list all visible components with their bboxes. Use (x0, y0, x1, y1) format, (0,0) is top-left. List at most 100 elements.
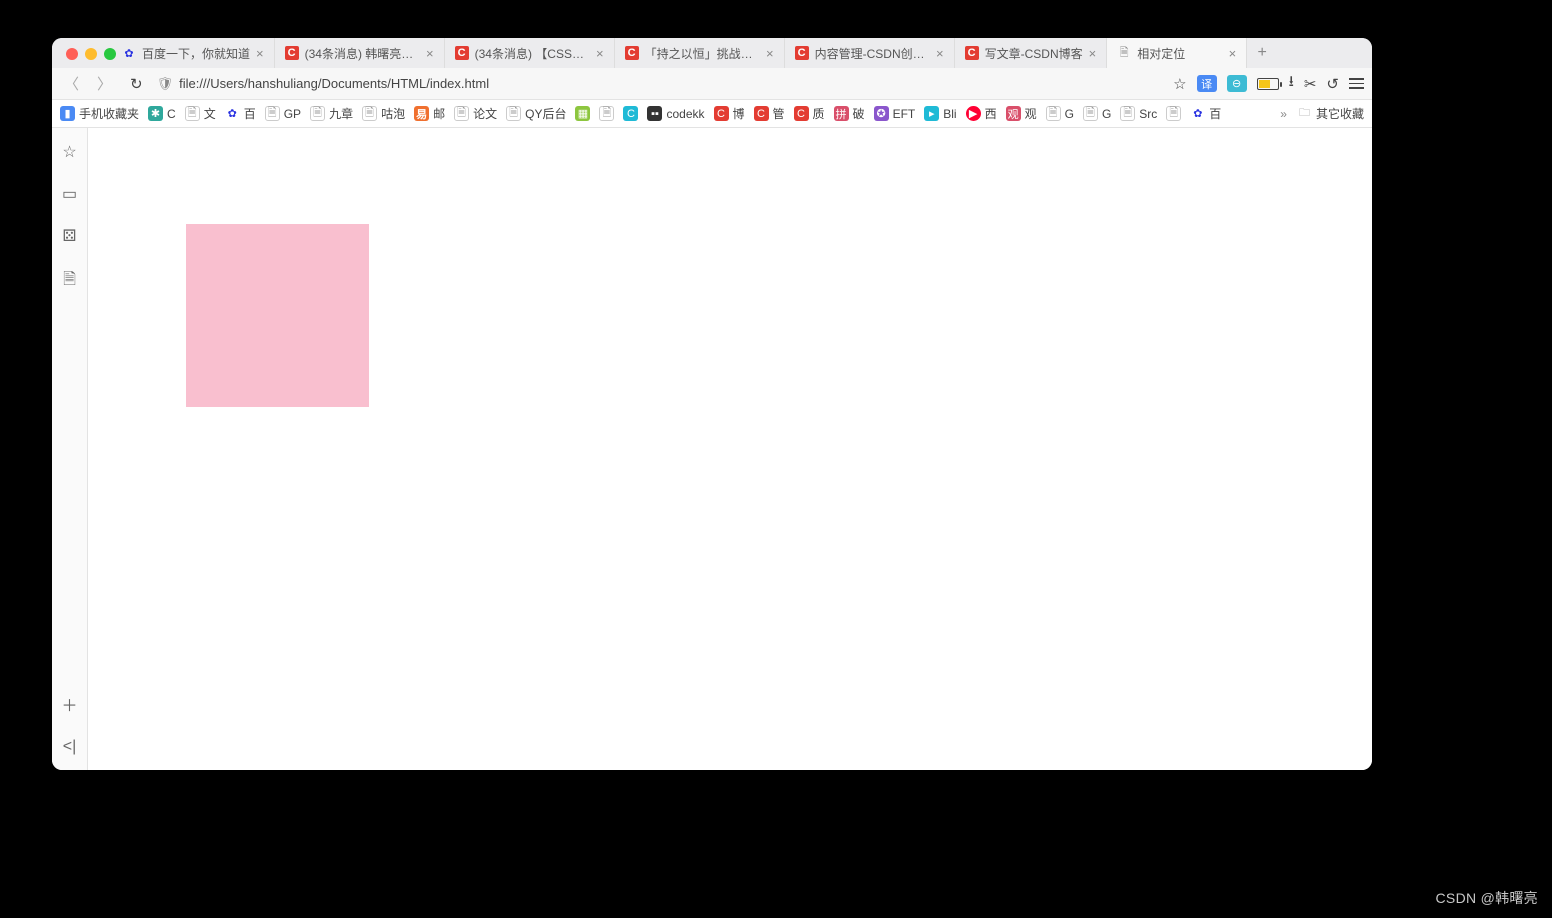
bookmark-label: 文 (204, 105, 216, 122)
address-field[interactable]: 🛡 file:///Users/hanshuliang/Documents/HT… (157, 76, 1164, 92)
bookmark-26[interactable]: ✿百 (1190, 105, 1221, 122)
rail-add-button[interactable]: ＋ (61, 692, 77, 716)
bookmark-label: Src (1139, 107, 1157, 121)
tab-favicon-baidu-icon: ✿ (122, 46, 136, 60)
bookmark-14[interactable]: C博 (714, 105, 745, 122)
restore-icon[interactable]: ↺ (1326, 75, 1339, 93)
bookmark-25[interactable]: 🗎 (1166, 106, 1181, 121)
bookmark-17[interactable]: 拼破 (834, 105, 865, 122)
tab-close-button[interactable]: × (936, 46, 944, 61)
rail-collapse-button[interactable]: <| (63, 738, 77, 756)
bookmark-icon: 🗎 (1120, 106, 1135, 121)
tab-title: 「持之以恒」挑战赛-3 (645, 45, 760, 62)
rail-notes-icon[interactable]: 🗎 (63, 268, 76, 295)
bookmark-15[interactable]: C管 (754, 105, 785, 122)
bookmark-icon: ✿ (225, 106, 240, 121)
window-controls (66, 48, 116, 60)
bookmark-icon: 🗎 (310, 106, 325, 121)
bookmark-icon: ▶ (966, 106, 981, 121)
bookmark-19[interactable]: ▸Bli (924, 106, 956, 121)
translate-button[interactable]: 译 (1197, 75, 1217, 92)
bookmark-16[interactable]: C质 (794, 105, 825, 122)
maximize-window-button[interactable] (104, 48, 116, 60)
bookmark-4[interactable]: 🗎GP (265, 106, 301, 121)
bookmark-2[interactable]: 🗎文 (185, 105, 216, 122)
tab-close-button[interactable]: × (426, 46, 434, 61)
tab-3[interactable]: C「持之以恒」挑战赛-3× (615, 38, 785, 68)
bookmark-3[interactable]: ✿百 (225, 105, 256, 122)
bookmark-22[interactable]: 🗎G (1046, 106, 1074, 121)
tab-close-button[interactable]: × (256, 46, 264, 61)
bookmark-7[interactable]: 易邮 (414, 105, 445, 122)
tab-6[interactable]: 🗎相对定位× (1107, 38, 1247, 68)
bookmark-21[interactable]: 观观 (1006, 105, 1037, 122)
back-button[interactable]: 〈 (60, 73, 83, 94)
bookmark-11[interactable]: 🗎 (599, 106, 614, 121)
bookmarks-overflow-button[interactable]: » (1280, 107, 1287, 121)
bookmark-icon: ✿ (1190, 106, 1205, 121)
tab-4[interactable]: C内容管理-CSDN创作中× (785, 38, 955, 68)
bookmark-icon: 🗎 (362, 106, 377, 121)
bookmark-label: 质 (813, 105, 825, 122)
bookmark-18[interactable]: ✪EFT (874, 106, 916, 121)
menu-button[interactable] (1349, 78, 1364, 89)
bookmark-10[interactable]: ▦ (575, 106, 590, 121)
minimize-window-button[interactable] (85, 48, 97, 60)
browser-window: ✿百度一下，你就知道×C(34条消息) 韩曙亮的博×C(34条消息) 【CSS】… (52, 38, 1372, 770)
rail-reading-icon[interactable]: ▭ (62, 184, 77, 204)
bookmark-24[interactable]: 🗎 Src (1120, 106, 1157, 121)
rail-favorites-icon[interactable]: ☆ (62, 142, 76, 162)
forward-button[interactable]: 〉 (93, 73, 116, 94)
bookmark-label: 破 (853, 105, 865, 122)
bookmark-label: EFT (893, 107, 916, 121)
tab-title: 写文章-CSDN博客 (985, 45, 1083, 62)
tab-1[interactable]: C(34条消息) 韩曙亮的博× (275, 38, 445, 68)
url-text: file:///Users/hanshuliang/Documents/HTML… (179, 76, 489, 91)
reload-button[interactable]: ↻ (126, 75, 147, 93)
tab-close-button[interactable]: × (766, 46, 774, 61)
bookmark-icon: 🗎 (599, 106, 614, 121)
bookmark-8[interactable]: 🗎论文 (454, 105, 497, 122)
bookmark-5[interactable]: 🗎九章 (310, 105, 353, 122)
left-rail: ☆ ▭ ⚄ 🗎 ＋ <| (52, 128, 88, 770)
bookmark-label: 管 (773, 105, 785, 122)
other-bookmarks-folder[interactable]: 🗀其它收藏 (1297, 105, 1364, 122)
bookmark-icon: 🗎 (454, 106, 469, 121)
bookmark-label: 手机收藏夹 (79, 105, 139, 122)
tab-0[interactable]: ✿ 百度一下，你就知道 × (112, 38, 275, 68)
scissors-icon[interactable]: ✂ (1304, 75, 1317, 93)
bookmark-23[interactable]: 🗎G (1083, 106, 1111, 121)
rail-games-icon[interactable]: ⚄ (63, 226, 77, 246)
bookmark-icon: ▪▪ (647, 106, 662, 121)
tab-favicon-page-icon: 🗎 (1117, 46, 1131, 60)
favorite-star-icon[interactable]: ☆ (1173, 75, 1186, 93)
bookmark-13[interactable]: ▪▪ codekk (647, 106, 704, 121)
bookmark-label: 邮 (433, 105, 445, 122)
tab-5[interactable]: C写文章-CSDN博客× (955, 38, 1108, 68)
bookmark-9[interactable]: 🗎QY后台 (506, 105, 566, 122)
bookmark-label: codekk (666, 107, 704, 121)
tab-2[interactable]: C(34条消息) 【CSS】定× (445, 38, 615, 68)
bookmark-icon: 观 (1006, 106, 1021, 121)
pink-box (186, 224, 369, 407)
bookmark-icon: 🗎 (506, 106, 521, 121)
new-tab-button[interactable]: + (1247, 44, 1277, 62)
bookmark-label: 博 (733, 105, 745, 122)
battery-icon (1257, 78, 1279, 90)
bookmark-0[interactable]: ▮手机收藏夹 (60, 105, 139, 122)
bookmark-icon: ▸ (924, 106, 939, 121)
bookmark-12[interactable]: C (623, 106, 638, 121)
tab-close-button[interactable]: × (1089, 46, 1097, 61)
close-window-button[interactable] (66, 48, 78, 60)
page-viewport (88, 128, 1372, 770)
bookmark-1[interactable]: ✱C (148, 106, 176, 121)
bookmark-icon: C (754, 106, 769, 121)
bookmark-6[interactable]: 🗎咕泡 (362, 105, 405, 122)
tab-title: 百度一下，你就知道 (142, 45, 250, 62)
blocker-button[interactable]: ⊖ (1227, 75, 1247, 92)
bookmark-20[interactable]: ▶西 (966, 105, 997, 122)
download-icon[interactable]: ⭳ (1289, 71, 1294, 96)
bookmark-label: 观 (1025, 105, 1037, 122)
tab-close-button[interactable]: × (1229, 46, 1237, 61)
tab-close-button[interactable]: × (596, 46, 604, 61)
